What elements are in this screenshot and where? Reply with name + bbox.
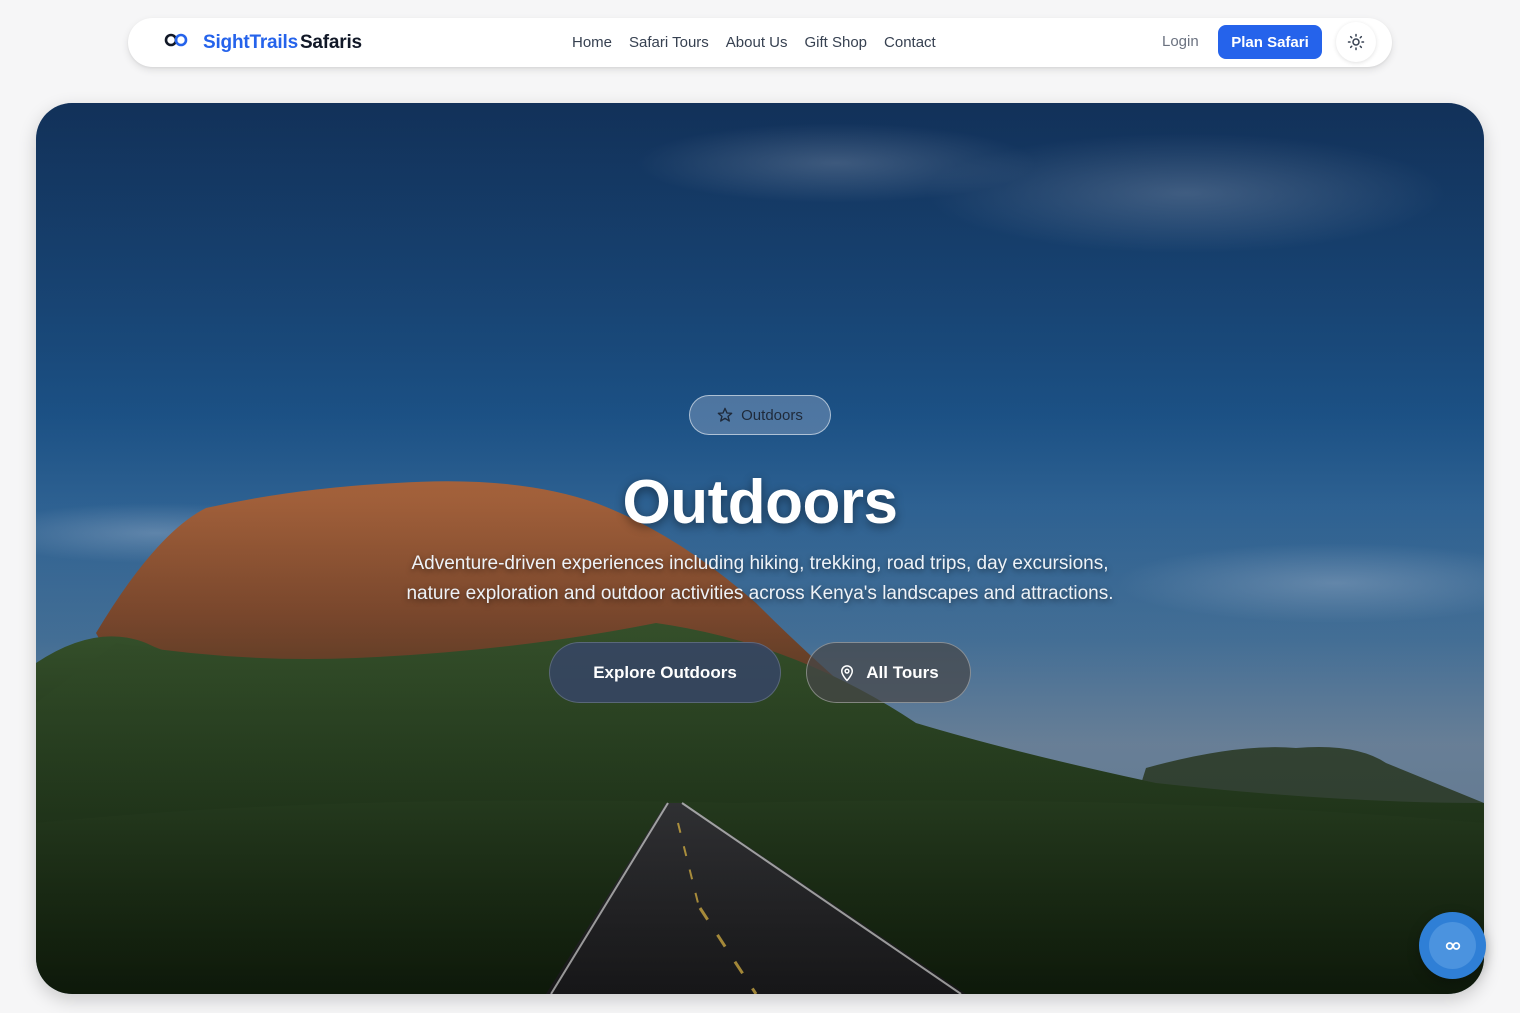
navbar: SightTrails Safaris Home Safari Tours Ab… [128,18,1392,67]
nav-link-safari-tours[interactable]: Safari Tours [629,34,709,51]
star-icon [717,407,733,422]
login-link[interactable]: Login [1162,33,1199,50]
all-tours-button[interactable]: All Tours [806,642,971,703]
sun-icon [1347,33,1365,51]
brand-logo[interactable]: SightTrails Safaris [164,18,362,67]
nav-link-about-us[interactable]: About Us [726,34,788,51]
nav-link-home[interactable]: Home [572,34,612,51]
brand-name-part2: Safaris [299,31,362,53]
infinity-logo-icon [164,33,188,46]
all-tours-label: All Tours [866,662,939,682]
category-badge: Outdoors [689,395,831,435]
nav-link-gift-shop[interactable]: Gift Shop [804,34,867,51]
fab-inner-circle [1429,922,1476,969]
map-pin-icon [841,664,854,681]
hero-section: Outdoors Outdoors Adventure-driven exper… [36,103,1484,994]
explore-outdoors-button[interactable]: Explore Outdoors [549,642,781,703]
infinity-chat-icon [1445,941,1460,950]
theme-toggle-button[interactable] [1336,22,1376,62]
hero-description: Adventure-driven experiences including h… [406,553,1114,604]
brand-name-part1: SightTrails [203,31,298,53]
hero-title: Outdoors [622,468,898,537]
badge-label: Outdoors [741,406,803,424]
plan-safari-button[interactable]: Plan Safari [1218,25,1322,59]
nav-link-contact[interactable]: Contact [884,34,936,51]
floating-chat-button[interactable] [1419,912,1486,979]
main-nav: Home Safari Tours About Us Gift Shop Con… [572,18,936,67]
